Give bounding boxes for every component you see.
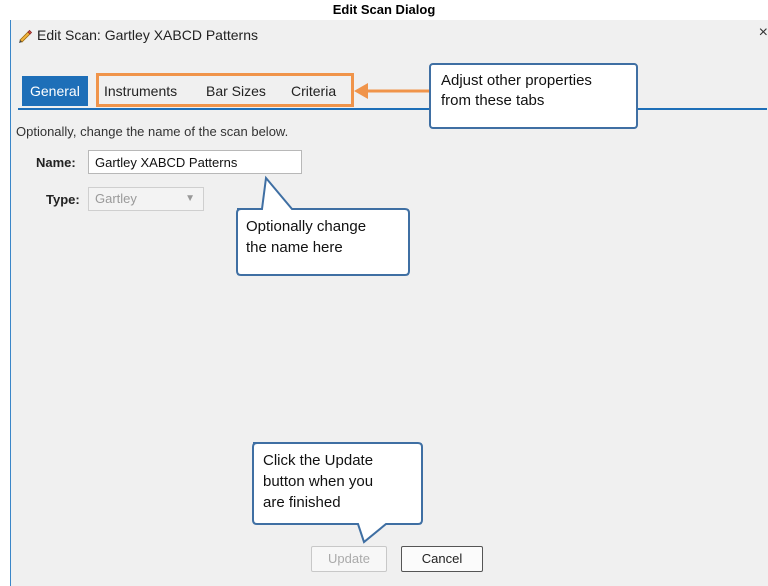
type-select-value: Gartley bbox=[95, 191, 137, 206]
name-callout-text: Optionally change the name here bbox=[246, 216, 366, 258]
name-label: Name: bbox=[36, 155, 76, 170]
type-label: Type: bbox=[46, 192, 80, 207]
dialog-title: Edit Scan: Gartley XABCD Patterns bbox=[37, 27, 258, 43]
update-callout-text: Click the Update button when you are fin… bbox=[263, 450, 373, 513]
update-callout-line: are finished bbox=[263, 494, 341, 511]
update-callout-line: Click the Update bbox=[263, 452, 374, 469]
general-description: Optionally, change the name of the scan … bbox=[16, 124, 289, 139]
tabs-callout-arrow bbox=[354, 83, 430, 99]
name-callout-line: Optionally change bbox=[246, 218, 367, 235]
pencil-icon bbox=[19, 29, 33, 43]
figure-caption: Edit Scan Dialog bbox=[332, 2, 436, 17]
update-callout-line: button when you bbox=[263, 473, 374, 490]
tab-general[interactable]: General bbox=[22, 76, 88, 106]
scan-name-input[interactable] bbox=[88, 150, 302, 174]
tabs-callout: Adjust other properties from these tabs bbox=[429, 63, 638, 129]
close-icon[interactable]: × bbox=[759, 24, 768, 42]
tabs-highlight-box bbox=[96, 73, 354, 107]
dialog-titlebar: Edit Scan: Gartley XABCD Patterns × bbox=[11, 20, 768, 50]
tabs-callout-line: Adjust other properties bbox=[441, 72, 592, 89]
cancel-button[interactable]: Cancel bbox=[401, 546, 483, 572]
update-button[interactable]: Update bbox=[311, 546, 387, 572]
chevron-down-icon: ▼ bbox=[185, 193, 195, 204]
tabs-callout-line: from these tabs bbox=[441, 92, 545, 109]
name-callout-line: the name here bbox=[246, 239, 343, 256]
type-select[interactable]: Gartley ▼ bbox=[88, 187, 204, 211]
